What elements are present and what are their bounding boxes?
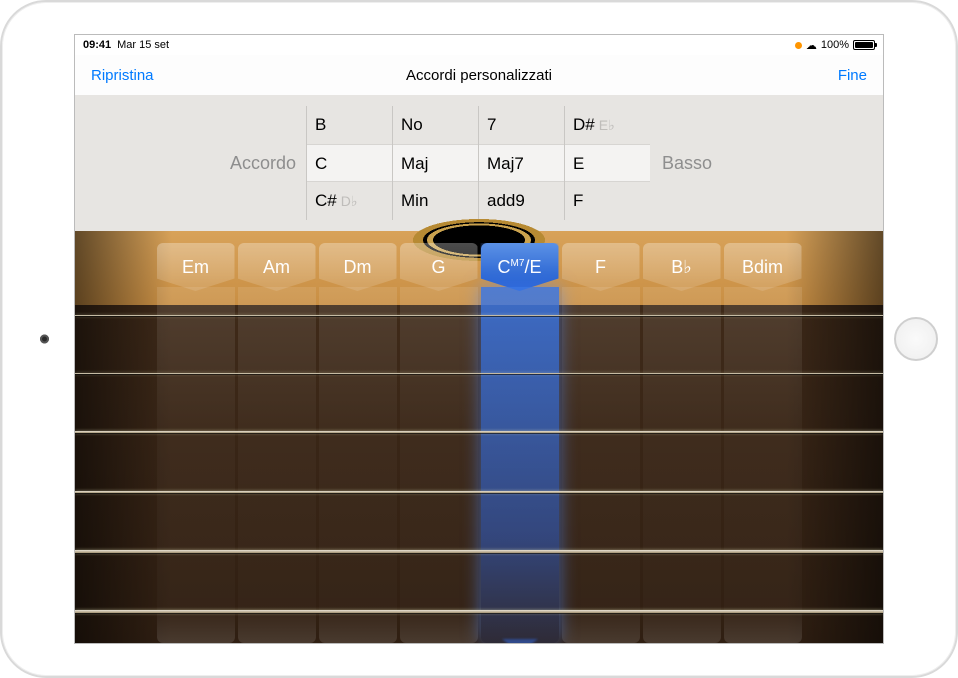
picker-option[interactable]: 7 [479, 106, 564, 144]
guitar-string-4[interactable] [75, 550, 883, 553]
picker-wheel-quality[interactable]: No Maj Min [392, 106, 478, 220]
picker-label-chord: Accordo [89, 153, 306, 174]
chord-tab-6[interactable]: B♭ [643, 243, 721, 291]
picker-option-selected[interactable]: E [565, 144, 650, 182]
picker-option-selected[interactable]: Maj7 [479, 144, 564, 182]
picker-option[interactable]: No [393, 106, 478, 144]
picker-option[interactable]: F [565, 182, 650, 220]
picker-option[interactable]: B [307, 106, 392, 144]
guitar-strings[interactable] [75, 311, 883, 631]
chord-tab-0[interactable]: Em [157, 243, 235, 291]
ipad-frame: 09:41 Mar 15 set ☁︎ 100% Ripristina Acco… [0, 0, 958, 678]
picker-option-selected[interactable]: Maj [393, 144, 478, 182]
chord-tab-3[interactable]: G [400, 243, 478, 291]
chord-tab-4[interactable]: CM7/E [481, 243, 559, 291]
done-button[interactable]: Fine [838, 67, 867, 84]
picker-wheel-root[interactable]: B C C#D♭ [306, 106, 392, 220]
page-title: Accordi personalizzati [75, 67, 883, 84]
chord-tab-1[interactable]: Am [238, 243, 316, 291]
status-bar: 09:41 Mar 15 set ☁︎ 100% [75, 35, 883, 55]
nav-bar: Ripristina Accordi personalizzati Fine [75, 55, 883, 95]
guitar-string-3[interactable] [75, 491, 883, 493]
front-camera [40, 335, 49, 344]
guitar-string-5[interactable] [75, 610, 883, 613]
guitar-string-0[interactable] [75, 315, 883, 316]
reset-button[interactable]: Ripristina [91, 67, 154, 84]
screen: 09:41 Mar 15 set ☁︎ 100% Ripristina Acco… [74, 34, 884, 644]
chord-tab-2[interactable]: Dm [319, 243, 397, 291]
status-date: Mar 15 set [117, 39, 169, 51]
home-button[interactable] [894, 317, 938, 361]
picker-option[interactable]: D#E♭ [565, 106, 650, 144]
guitar-string-2[interactable] [75, 431, 883, 433]
chord-tab-5[interactable]: F [562, 243, 640, 291]
picker-option[interactable]: C#D♭ [307, 182, 392, 220]
battery-icon [853, 40, 875, 50]
picker-option-selected[interactable]: C [307, 144, 392, 182]
picker-label-bass: Basso [650, 153, 869, 174]
picker-wheel-extension[interactable]: 7 Maj7 add9 [478, 106, 564, 220]
status-time: 09:41 [83, 39, 111, 51]
picker-wheel-bass[interactable]: D#E♭ E F [564, 106, 650, 220]
guitar-area: EmAmDmGCM7/EFB♭Bdim [75, 231, 883, 643]
picker-wheels: B C C#D♭ No Maj Min 7 Maj7 add9 [306, 106, 650, 220]
recording-indicator-icon [795, 42, 802, 49]
guitar-string-1[interactable] [75, 373, 883, 374]
battery-percent: 100% [821, 39, 849, 51]
chord-tab-row: EmAmDmGCM7/EFB♭Bdim [75, 243, 883, 291]
chord-tab-7[interactable]: Bdim [724, 243, 802, 291]
